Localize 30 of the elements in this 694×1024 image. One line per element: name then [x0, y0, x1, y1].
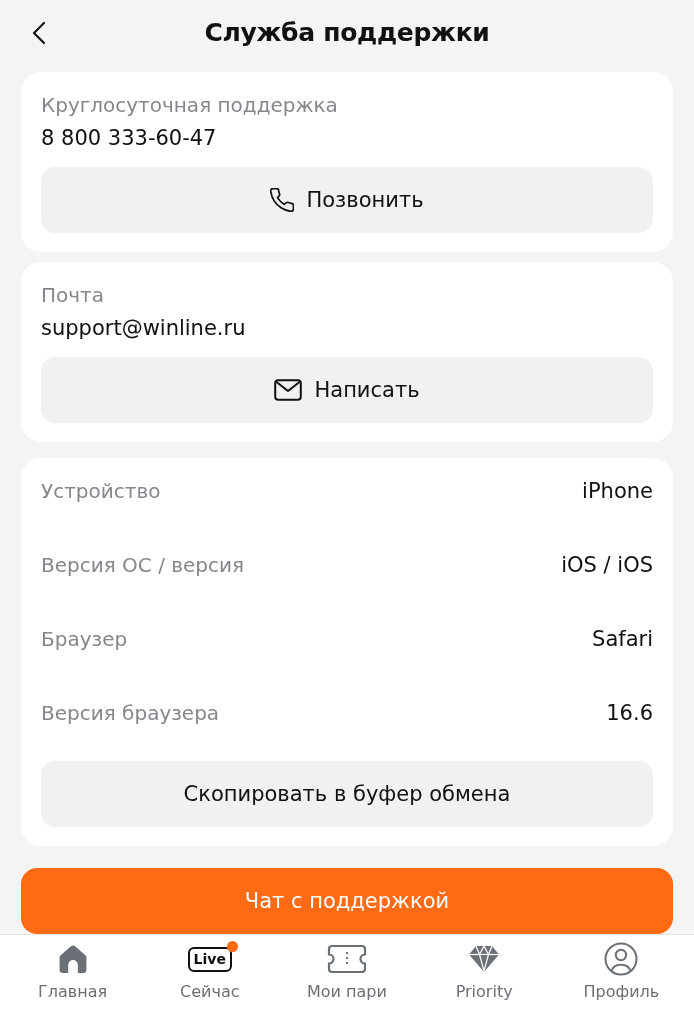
call-button[interactable]: Позвонить — [41, 167, 653, 233]
tab-item[interactable]: Главная — [12, 935, 133, 1024]
info-label: Версия браузера — [41, 700, 220, 726]
contact-label: Круглосуточная поддержка — [41, 92, 339, 118]
info-value: iPhone — [582, 479, 653, 503]
info-value: Safari — [592, 627, 653, 651]
tab-item[interactable]: Live Сейчас — [149, 935, 270, 1024]
email-address: support@winline.ru — [41, 315, 247, 342]
phone-number: 8 800 333-60-47 — [41, 125, 218, 152]
diamond-icon — [468, 945, 501, 973]
ticket-icon — [326, 944, 367, 974]
page-title: Служба поддержки — [204, 17, 490, 47]
tab-item[interactable]: Профиль — [561, 935, 682, 1024]
home-icon — [57, 944, 88, 974]
tab-item[interactable]: Priority — [424, 935, 545, 1024]
copy-button[interactable]: Скопировать в буфер обмена — [41, 761, 653, 827]
info-value: 16.6 — [606, 701, 653, 725]
back-button[interactable] — [30, 19, 48, 47]
chat-button[interactable]: Чат с поддержкой — [21, 868, 673, 934]
tab-item[interactable]: Мои пари — [286, 935, 407, 1024]
chevron-left-icon — [32, 21, 46, 45]
info-value: iOS / iOS — [561, 553, 653, 577]
write-button[interactable]: Написать — [41, 357, 653, 423]
envelope-icon — [274, 379, 303, 401]
info-label: Устройство — [41, 478, 161, 504]
profile-icon — [604, 942, 639, 976]
phone-icon — [270, 188, 295, 212]
info-label: Версия ОС / версия — [41, 552, 245, 578]
info-label: Браузер — [41, 626, 128, 652]
contact-label: Почта — [41, 282, 105, 308]
